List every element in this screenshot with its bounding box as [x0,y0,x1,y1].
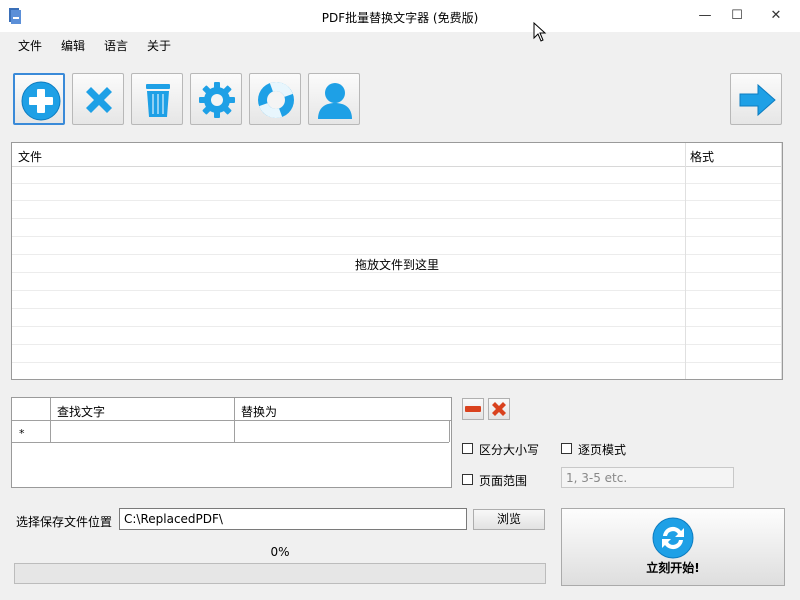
save-path-input[interactable]: C:\ReplacedPDF\ [119,508,467,530]
drop-hint: 拖放文件到这里 [354,258,439,272]
case-sensitive-label[interactable]: 区分大小写 [479,441,539,458]
grid-header-find[interactable]: 查找文字 [57,403,105,420]
menu-file[interactable]: 文件 [18,37,42,54]
settings-button[interactable] [190,73,242,125]
gear-icon [199,82,235,118]
row-divider [12,236,782,237]
page-mode-checkbox[interactable] [561,443,572,454]
user-icon [318,83,352,119]
refresh-icon [652,517,694,559]
page-range-input[interactable]: 1, 3-5 etc. [561,467,734,488]
column-header-file[interactable]: 文件 [18,148,42,165]
row-divider [12,183,782,184]
grid-col-line [449,420,450,442]
arrow-right-icon [739,83,776,117]
trash-icon [146,84,170,117]
column-header-format[interactable]: 格式 [690,148,714,165]
minimize-button[interactable]: — [690,4,720,28]
window-title: PDF批量替换文字器 (免费版) [321,11,479,25]
clear-list-button[interactable] [131,73,183,125]
clear-rows-button[interactable] [488,398,510,420]
add-icon [21,81,61,121]
add-files-button[interactable] [13,73,65,125]
remove-file-button[interactable] [72,73,124,125]
row-divider [12,362,782,363]
progress-text: 0% [270,545,290,559]
save-location-label: 选择保存文件位置 [16,515,113,529]
row-divider [12,290,782,291]
row-divider [12,200,782,201]
mouse-cursor-icon [533,22,547,42]
help-button[interactable] [249,73,301,125]
menu-language[interactable]: 语言 [104,37,128,54]
maximize-button[interactable]: ☐ [722,4,752,28]
header-divider [12,166,782,167]
account-button[interactable] [308,73,360,125]
close-button[interactable]: ✕ [758,4,794,28]
row-divider [12,326,782,327]
next-button[interactable] [730,73,782,125]
remove-row-button[interactable] [462,398,484,420]
progress-bar [14,563,546,584]
menu-about[interactable]: 关于 [147,37,171,54]
help-lifebuoy-icon [258,82,294,118]
remove-icon [86,87,112,113]
grid-row-line [12,442,449,443]
start-button[interactable]: 立刻开始! [561,508,785,586]
browse-button[interactable]: 浏览 [473,509,545,530]
replace-text-cell[interactable] [234,420,448,441]
menu-edit[interactable]: 编辑 [61,37,85,54]
case-sensitive-checkbox[interactable] [462,443,473,454]
grid-new-row-marker: * [19,427,25,440]
row-divider [12,344,782,345]
minus-icon [465,406,481,412]
find-text-cell[interactable] [50,420,234,441]
page-range-checkbox[interactable] [462,474,473,485]
row-divider [12,218,782,219]
page-mode-label[interactable]: 逐页模式 [578,441,626,458]
row-divider [12,254,782,255]
start-label: 立刻开始! [646,561,700,575]
page-range-label[interactable]: 页面范围 [479,472,527,489]
grid-header-replace[interactable]: 替换为 [241,403,277,420]
row-divider [12,308,782,309]
close-icon [492,402,506,416]
